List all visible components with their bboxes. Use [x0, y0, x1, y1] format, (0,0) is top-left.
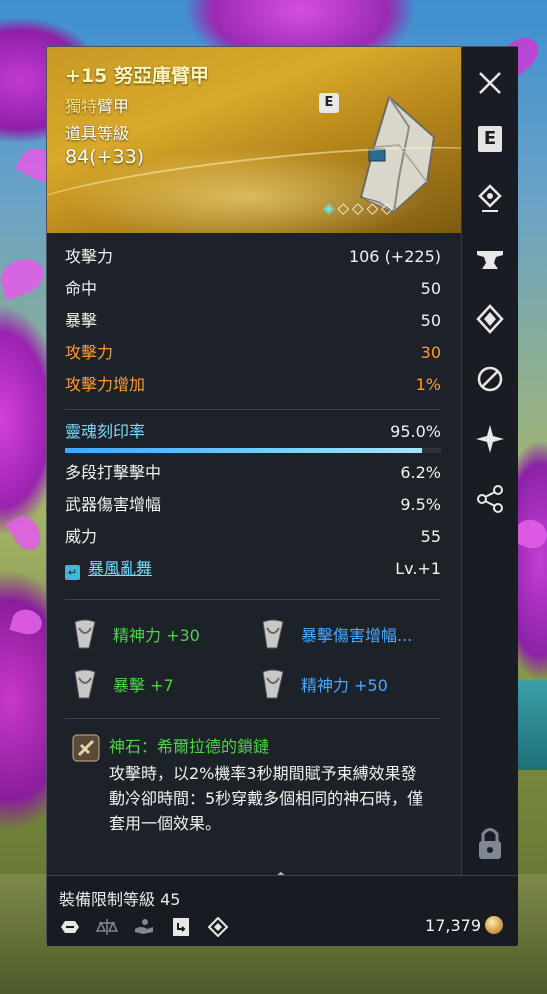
- stat-label: 多段打擊擊中: [65, 463, 162, 482]
- quality-stars: ◈◇◇◇◇: [323, 199, 396, 217]
- stat-value: 30: [420, 343, 441, 362]
- soul-engrave-value: 95.0%: [390, 422, 441, 441]
- engraved-stat-row: 武器傷害增幅 9.5%: [65, 489, 441, 521]
- locate-button[interactable]: [470, 179, 510, 219]
- soul-crest-button[interactable]: [470, 299, 510, 339]
- skill-star-button[interactable]: [470, 419, 510, 459]
- enhance-button[interactable]: [470, 239, 510, 279]
- item-header: +15 努亞庫臂甲 獨特臂甲 道具等級 84(+33) E ◈◇◇◇◇: [47, 47, 461, 233]
- rune-text: 精神力 +50: [301, 676, 388, 695]
- close-icon: [479, 72, 501, 94]
- stat-value: 50: [420, 311, 441, 330]
- skill-row[interactable]: ↵ 暴風亂舞 Lv.+1: [65, 553, 441, 585]
- item-type: 臂甲: [97, 97, 130, 116]
- skill-book-icon: ↵: [65, 565, 80, 580]
- rune-icon: [74, 619, 96, 649]
- gold-amount: 17,379: [425, 916, 481, 935]
- share-button[interactable]: [470, 479, 510, 519]
- engraved-stat-row: 威力 55: [65, 521, 441, 553]
- equip-badge: E: [319, 93, 339, 113]
- equip-requirement: 裝備限制等級 45: [59, 890, 181, 909]
- soul-engrave-row: 靈魂刻印率 95.0%: [65, 416, 441, 448]
- hand-icon: [135, 918, 154, 934]
- godstone-title: 神石：希爾拉德的鎖鏈: [109, 737, 270, 756]
- link-rings-icon: [477, 366, 503, 392]
- soul-engrave-label: 靈魂刻印率: [65, 422, 146, 441]
- item-tooltip: +15 努亞庫臂甲 獨特臂甲 道具等級 84(+33) E ◈◇◇◇◇ 攻擊力 1…: [46, 46, 518, 946]
- rune-text: 暴擊 +7: [113, 676, 174, 695]
- item-grade: 獨特: [65, 97, 98, 116]
- engraved-stat-row: 多段打擊擊中 6.2%: [65, 457, 441, 489]
- rune-icon: [262, 619, 284, 649]
- rune-item[interactable]: 精神力 +50: [253, 662, 441, 706]
- tooltip-footer: 裝備限制等級 45 17,379: [47, 875, 517, 946]
- bind-icon: [61, 920, 79, 933]
- stat-label: 武器傷害增幅: [65, 495, 162, 514]
- stat-label: 攻擊力: [65, 247, 114, 266]
- rune-text: 精神力 +30: [113, 626, 200, 645]
- stat-row: 暴擊 50: [65, 305, 441, 337]
- rune-item[interactable]: 精神力 +30: [65, 612, 253, 656]
- bonus-stat-row: 攻擊力增加 1%: [65, 369, 441, 401]
- stat-label: 暴擊: [65, 311, 98, 330]
- stats-list: 攻擊力 106 (+225) 命中 50 暴擊 50 攻擊力 30 攻擊力增加 1% 靈魂…: [65, 241, 441, 585]
- stat-value: 106 (+225): [348, 247, 441, 266]
- godstone-icon: [72, 734, 100, 762]
- stat-label: 攻擊力: [65, 343, 114, 362]
- item-grade-type: 獨特臂甲: [65, 93, 129, 117]
- item-level-value: 84(+33): [65, 146, 145, 168]
- share-icon: [477, 485, 503, 513]
- rune-section: 精神力 +30 暴擊傷害增幅... 暴擊 +7 精神力 +50: [65, 599, 441, 719]
- close-button[interactable]: [470, 63, 510, 103]
- rune-text: 暴擊傷害增幅...: [301, 626, 413, 645]
- godstone-description: 攻擊時，以2%機率3秒期間賦予束縛效果發動冷卻時間：5秒穿戴多個相同的神石時，僅…: [109, 764, 424, 833]
- stat-value: 50: [420, 279, 441, 298]
- equip-button[interactable]: E: [470, 119, 510, 159]
- footer-icon-row: [59, 916, 239, 937]
- location-pin-icon: [478, 184, 502, 212]
- star-burst-icon: [476, 425, 504, 453]
- stat-label: 威力: [65, 527, 98, 546]
- stat-label: 命中: [65, 279, 98, 298]
- lock-icon[interactable]: [474, 823, 506, 863]
- item-title: +15 努亞庫臂甲: [65, 65, 209, 87]
- soul-crest-icon: [476, 304, 504, 334]
- rune-item[interactable]: 暴擊傷害增幅...: [253, 612, 441, 656]
- stat-row: 命中 50: [65, 273, 441, 305]
- diamond-icon: [207, 916, 229, 937]
- rune-icon: [262, 669, 284, 699]
- stat-value: 6.2%: [400, 463, 441, 482]
- stat-label: 攻擊力增加: [65, 375, 146, 394]
- skill-level: Lv.+1: [395, 559, 441, 578]
- skill-link[interactable]: 暴風亂舞: [88, 559, 152, 578]
- stat-row: 攻擊力 106 (+225): [65, 241, 441, 273]
- rune-icon: [74, 669, 96, 699]
- item-level-label: 道具等級: [65, 124, 130, 143]
- stat-value: 55: [420, 527, 441, 546]
- gold-coin-icon: [485, 916, 503, 934]
- soul-engrave-bar: [65, 448, 441, 453]
- skill-book-icon: [173, 917, 190, 936]
- bracer-item-image: [359, 95, 436, 214]
- soul-engrave-bar-fill: [65, 448, 423, 453]
- balance-icon: [96, 918, 119, 935]
- tooltip-sidebar: E: [461, 47, 518, 945]
- rune-item[interactable]: 暴擊 +7: [65, 662, 253, 706]
- stat-value: 9.5%: [400, 495, 441, 514]
- sell-price: 17,379: [425, 916, 503, 935]
- stat-value: 1%: [415, 375, 441, 394]
- divider: [65, 409, 441, 410]
- link-button[interactable]: [470, 359, 510, 399]
- equip-e-icon: E: [478, 126, 502, 152]
- anvil-icon: [477, 251, 503, 269]
- bonus-stat-row: 攻擊力 30: [65, 337, 441, 369]
